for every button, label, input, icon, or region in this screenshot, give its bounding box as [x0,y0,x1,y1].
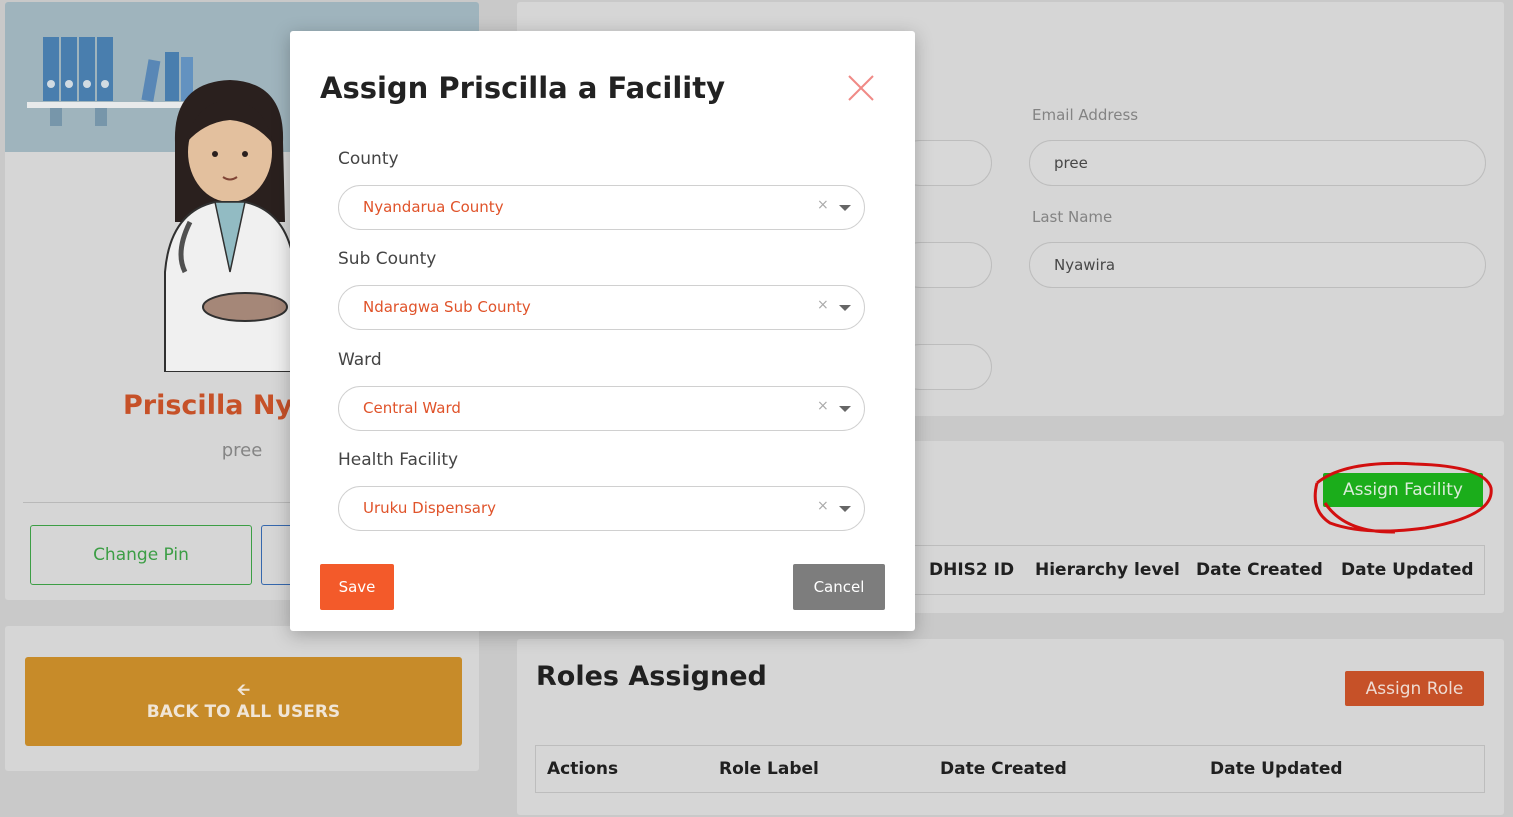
health-facility-value: Uruku Dispensary [363,499,496,517]
health-facility-select[interactable]: Uruku Dispensary × [338,486,865,531]
sub-county-label: Sub County [338,249,437,269]
ward-label: Ward [338,350,382,370]
sub-county-select[interactable]: Ndaragwa Sub County × [338,285,865,330]
clear-icon[interactable]: × [817,398,829,414]
cancel-button[interactable]: Cancel [793,564,885,610]
ward-value: Central Ward [363,399,461,417]
close-icon[interactable] [846,73,876,103]
modal-title: Assign Priscilla a Facility [320,71,725,105]
sub-county-value: Ndaragwa Sub County [363,298,531,316]
clear-icon[interactable]: × [817,498,829,514]
clear-icon[interactable]: × [817,197,829,213]
ward-select[interactable]: Central Ward × [338,386,865,431]
assign-facility-modal: Assign Priscilla a Facility County Nyand… [290,31,915,631]
save-button[interactable]: Save [320,564,394,610]
chevron-down-icon[interactable] [839,406,851,412]
county-value: Nyandarua County [363,198,504,216]
chevron-down-icon[interactable] [839,305,851,311]
clear-icon[interactable]: × [817,297,829,313]
health-facility-label: Health Facility [338,450,459,470]
county-label: County [338,149,399,169]
county-select[interactable]: Nyandarua County × [338,185,865,230]
chevron-down-icon[interactable] [839,205,851,211]
chevron-down-icon[interactable] [839,506,851,512]
